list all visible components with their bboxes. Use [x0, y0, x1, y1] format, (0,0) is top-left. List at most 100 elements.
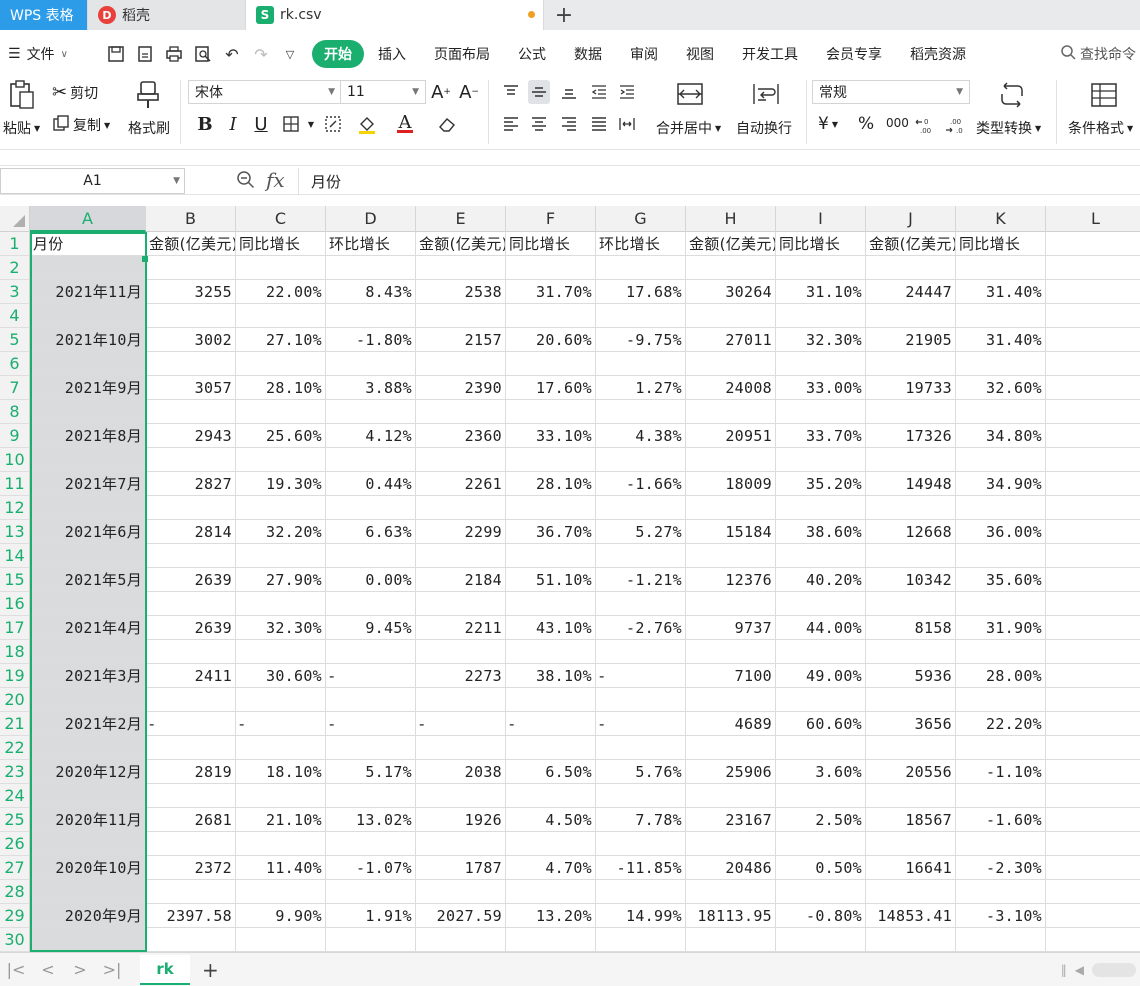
table-cell[interactable]	[686, 304, 776, 328]
table-cell[interactable]	[326, 784, 416, 808]
table-cell[interactable]: 36.00%	[956, 520, 1046, 544]
row-header[interactable]: 3	[0, 280, 30, 304]
table-cell[interactable]	[146, 736, 236, 760]
cell-style-icon[interactable]	[322, 112, 344, 136]
conditional-format-button[interactable]: 条件格式 ▼	[1068, 118, 1133, 138]
table-cell[interactable]	[506, 256, 596, 280]
table-cell[interactable]	[416, 544, 506, 568]
column-header-b[interactable]: B	[146, 206, 236, 232]
justify-icon[interactable]	[588, 112, 610, 136]
table-cell[interactable]	[506, 304, 596, 328]
table-cell[interactable]: 2639	[146, 616, 236, 640]
table-cell[interactable]: -1.10%	[956, 760, 1046, 784]
table-cell[interactable]	[236, 400, 326, 424]
align-center-icon[interactable]	[528, 112, 550, 136]
table-cell[interactable]	[326, 496, 416, 520]
table-cell[interactable]: 25906	[686, 760, 776, 784]
table-cell[interactable]: 2184	[416, 568, 506, 592]
table-cell[interactable]: 2299	[416, 520, 506, 544]
table-cell[interactable]	[326, 256, 416, 280]
table-cell[interactable]: 2020年11月	[30, 808, 146, 832]
table-cell[interactable]	[776, 784, 866, 808]
table-cell[interactable]	[596, 736, 686, 760]
table-cell[interactable]	[686, 448, 776, 472]
table-cell[interactable]	[326, 880, 416, 904]
type-convert-icon[interactable]	[998, 82, 1026, 114]
table-cell[interactable]: -	[146, 712, 236, 736]
wrap-text-button[interactable]: 自动换行	[736, 118, 792, 138]
table-cell[interactable]: 4.70%	[506, 856, 596, 880]
column-header-h[interactable]: H	[686, 206, 776, 232]
table-cell[interactable]	[866, 832, 956, 856]
table-cell[interactable]	[236, 256, 326, 280]
table-cell[interactable]: 4.38%	[596, 424, 686, 448]
table-cell[interactable]	[146, 352, 236, 376]
table-cell[interactable]: 2021年9月	[30, 376, 146, 400]
table-cell[interactable]	[1046, 256, 1140, 280]
table-cell[interactable]	[146, 544, 236, 568]
table-cell[interactable]: 2261	[416, 472, 506, 496]
align-right-icon[interactable]	[558, 112, 580, 136]
table-cell[interactable]	[326, 448, 416, 472]
table-cell[interactable]: 0.44%	[326, 472, 416, 496]
table-cell[interactable]: 20556	[866, 760, 956, 784]
table-cell[interactable]	[596, 400, 686, 424]
table-cell[interactable]	[686, 544, 776, 568]
table-cell[interactable]: -	[326, 712, 416, 736]
table-cell[interactable]	[1046, 280, 1140, 304]
table-cell[interactable]	[146, 640, 236, 664]
paste-button[interactable]: 粘贴 ▼	[3, 118, 40, 138]
previous-sheet-icon[interactable]: <	[32, 960, 64, 979]
table-cell[interactable]	[686, 352, 776, 376]
row-header[interactable]: 16	[0, 592, 30, 616]
table-cell[interactable]	[30, 784, 146, 808]
tab-page-layout[interactable]: 页面布局	[420, 40, 504, 68]
table-cell[interactable]	[30, 544, 146, 568]
table-cell[interactable]: 20486	[686, 856, 776, 880]
table-cell[interactable]	[956, 400, 1046, 424]
table-cell[interactable]	[236, 928, 326, 952]
table-cell[interactable]: 8158	[866, 616, 956, 640]
tab-formulas[interactable]: 公式	[504, 40, 560, 68]
table-cell[interactable]: 15184	[686, 520, 776, 544]
table-cell[interactable]	[30, 592, 146, 616]
table-cell[interactable]: 32.30%	[236, 616, 326, 640]
table-cell[interactable]	[236, 640, 326, 664]
table-cell[interactable]	[326, 400, 416, 424]
table-cell[interactable]	[146, 304, 236, 328]
table-cell[interactable]: -0.80%	[776, 904, 866, 928]
table-cell[interactable]	[326, 592, 416, 616]
table-cell[interactable]	[326, 832, 416, 856]
table-cell[interactable]: 7.78%	[596, 808, 686, 832]
table-cell[interactable]: 金额(亿美元)	[146, 232, 236, 256]
table-cell[interactable]: -	[596, 664, 686, 688]
column-header-d[interactable]: D	[326, 206, 416, 232]
table-cell[interactable]: -	[416, 712, 506, 736]
table-cell[interactable]: 2021年11月	[30, 280, 146, 304]
row-header[interactable]: 24	[0, 784, 30, 808]
table-cell[interactable]	[686, 784, 776, 808]
table-cell[interactable]	[30, 448, 146, 472]
table-cell[interactable]: 33.00%	[776, 376, 866, 400]
table-cell[interactable]	[506, 496, 596, 520]
table-cell[interactable]: 6.50%	[506, 760, 596, 784]
table-cell[interactable]: 2020年10月	[30, 856, 146, 880]
row-header[interactable]: 7	[0, 376, 30, 400]
table-cell[interactable]	[30, 640, 146, 664]
tab-docer-resources[interactable]: 稻壳资源	[896, 40, 980, 68]
table-cell[interactable]: 2021年7月	[30, 472, 146, 496]
table-cell[interactable]	[146, 832, 236, 856]
table-cell[interactable]: -3.10%	[956, 904, 1046, 928]
table-cell[interactable]	[416, 880, 506, 904]
row-header[interactable]: 15	[0, 568, 30, 592]
table-cell[interactable]: 2681	[146, 808, 236, 832]
font-name-select[interactable]: 宋体 ▼	[188, 80, 342, 104]
table-cell[interactable]: 2411	[146, 664, 236, 688]
table-cell[interactable]	[596, 256, 686, 280]
chevron-down-icon[interactable]: ▼	[300, 112, 322, 136]
table-cell[interactable]	[596, 784, 686, 808]
table-cell[interactable]: 31.40%	[956, 328, 1046, 352]
table-cell[interactable]	[956, 784, 1046, 808]
table-cell[interactable]	[1046, 712, 1140, 736]
clear-format-icon[interactable]	[436, 112, 458, 136]
